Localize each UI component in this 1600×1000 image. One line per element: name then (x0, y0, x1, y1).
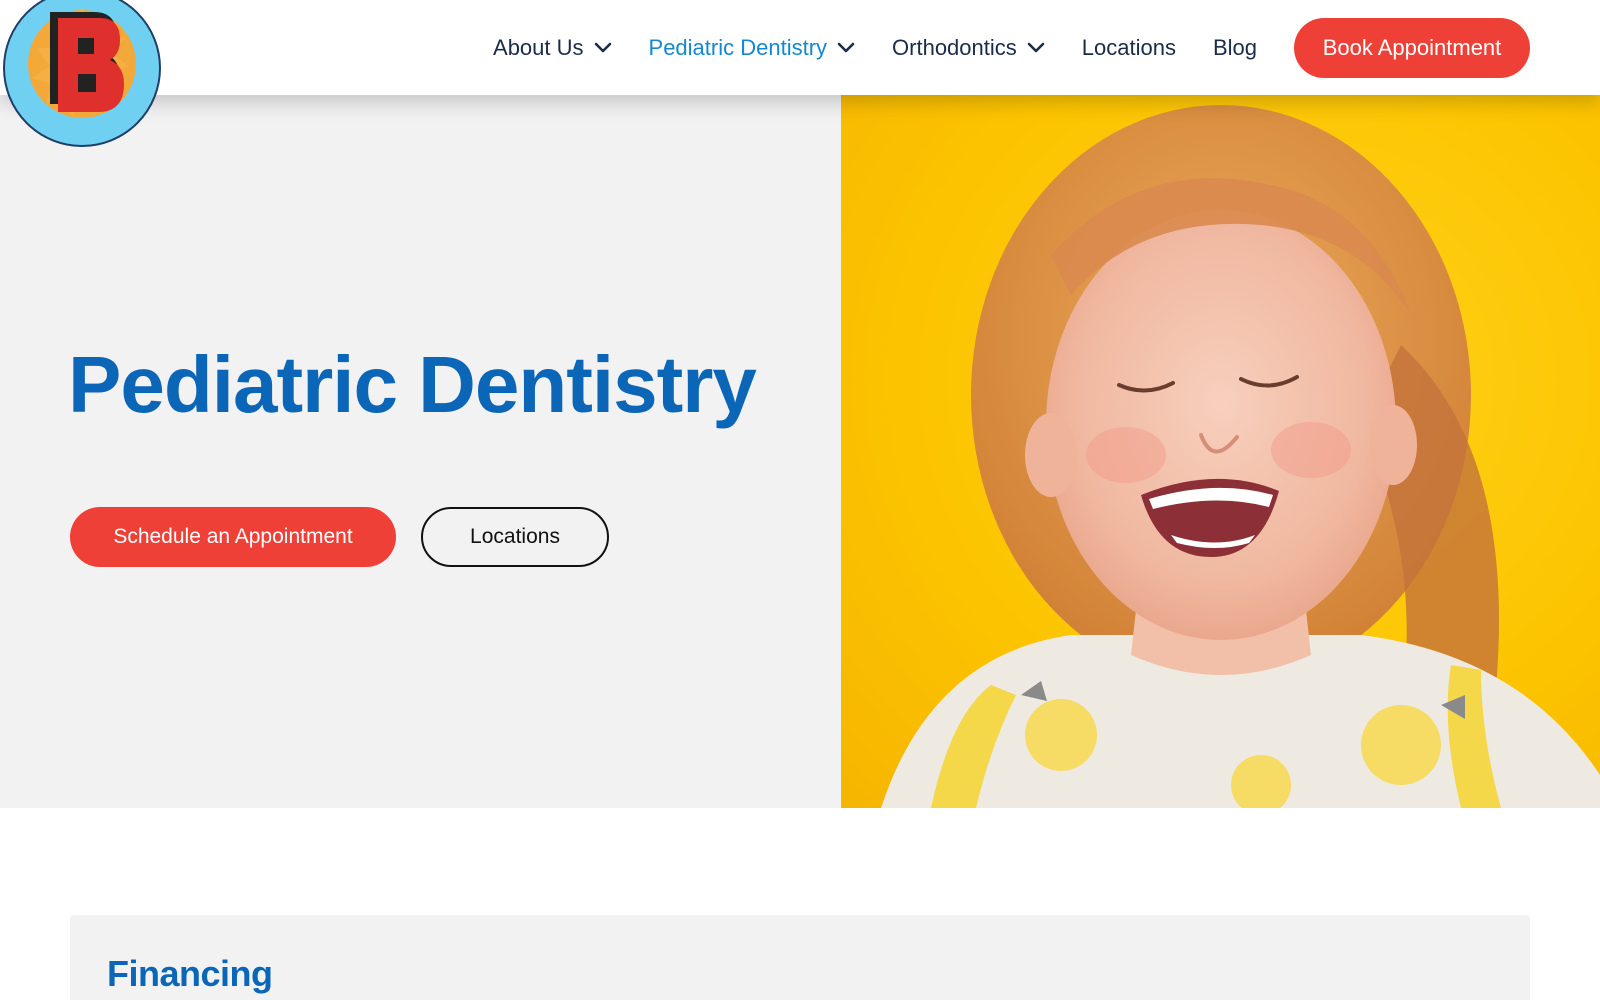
nav-pediatric-dentistry-label: Pediatric Dentistry (648, 34, 828, 60)
chevron-down-icon (1027, 42, 1045, 52)
locations-button[interactable]: Locations (421, 507, 609, 567)
nav-locations[interactable]: Locations (1082, 35, 1176, 61)
chevron-down-icon (594, 42, 611, 52)
smiling-child-photo (881, 105, 1600, 808)
hero-section: Pediatric Dentistry Schedule an Appointm… (0, 95, 1600, 808)
book-appointment-button[interactable]: Book Appointment (1294, 17, 1530, 78)
nav-blog[interactable]: Blog (1213, 35, 1257, 61)
nav-orthodontics-label: Orthodontics (892, 34, 1017, 60)
nav-orthodontics[interactable]: Orthodontics (892, 35, 1045, 61)
nav-about-us[interactable]: About Us (493, 35, 612, 61)
main-nav: About Us Pediatric Dentistry Orthodontic… (493, 0, 1600, 95)
site-header: About Us Pediatric Dentistry Orthodontic… (0, 0, 1600, 95)
financing-title: Financing (107, 953, 273, 994)
schedule-appointment-button[interactable]: Schedule an Appointment (70, 507, 396, 567)
financing-section: Financing (70, 915, 1530, 1000)
nav-blog-label: Blog (1212, 34, 1257, 60)
hero-image (841, 95, 1600, 808)
chevron-down-icon (837, 42, 855, 52)
nav-pediatric-dentistry[interactable]: Pediatric Dentistry (649, 35, 856, 61)
hero-content: Pediatric Dentistry Schedule an Appointm… (0, 95, 841, 808)
page-title: Pediatric Dentistry (68, 340, 757, 429)
logo[interactable] (0, 0, 164, 150)
nav-about-us-label: About Us (493, 34, 584, 60)
nav-locations-label: Locations (1081, 34, 1176, 60)
